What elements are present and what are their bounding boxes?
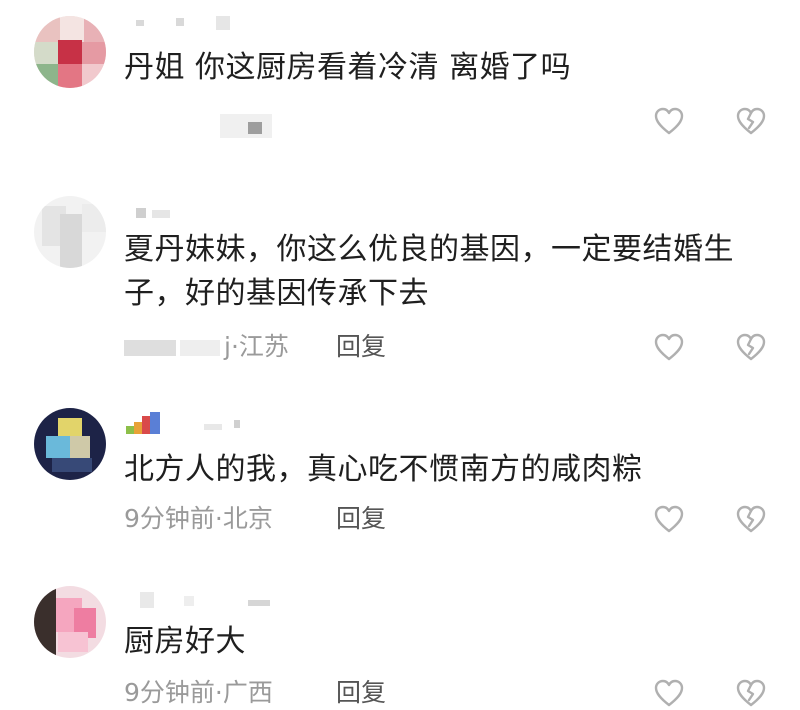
like-button[interactable] [652,330,686,364]
username-redacted[interactable] [124,590,284,610]
broken-heart-icon [736,333,766,361]
avatar[interactable] [34,196,106,268]
meta-redacted [124,340,176,356]
comment-text: 丹姐 你这厨房看着冷清 离婚了吗 [124,50,572,85]
username-redacted[interactable] [124,204,264,224]
heart-outline-icon [654,679,684,707]
comment-text-line-2: 子，好的基因传承下去 [124,276,429,311]
comment-text: 夏丹妹妹，你这么优良的基因，一定要结婚生 子，好的基因传承下去 [124,228,764,316]
like-button[interactable] [652,104,686,138]
dislike-button[interactable] [734,502,768,536]
username-redacted[interactable] [124,14,264,34]
comment-time-location: 9分钟前·广西 [124,678,273,707]
avatar[interactable] [34,408,106,480]
dislike-button[interactable] [734,330,768,364]
dislike-button[interactable] [734,104,768,138]
like-button[interactable] [652,676,686,710]
comment-text: 北方人的我，真心吃不惯南方的咸肉粽 [124,452,643,487]
broken-heart-icon [736,107,766,135]
like-button[interactable] [652,502,686,536]
username-redacted[interactable] [124,410,264,434]
comment-time-location: 9分钟前·北京 [124,504,273,533]
meta-redacted [220,114,272,138]
heart-outline-icon [654,107,684,135]
comment-item-2: 夏丹妹妹，你这么优良的基因，一定要结婚生 子，好的基因传承下去 j·江苏 回复 [0,190,800,370]
comment-text-line-1: 夏丹妹妹，你这么优良的基因，一定要结婚生 [124,232,734,267]
comment-item-1: 丹姐 你这厨房看着冷清 离婚了吗 [0,0,800,190]
comment-item-3: 北方人的我，真心吃不惯南方的咸肉粽 9分钟前·北京 回复 [0,400,800,550]
broken-heart-icon [736,505,766,533]
comment-text: 厨房好大 [124,624,246,659]
comment-item-4: 厨房好大 9分钟前·广西 回复 [0,580,800,710]
reply-button[interactable]: 回复 [336,330,386,364]
reply-button[interactable]: 回复 [336,676,386,710]
comment-meta: j·江苏 [124,330,289,364]
dislike-button[interactable] [734,676,768,710]
reply-button[interactable]: 回复 [336,502,386,536]
heart-outline-icon [654,505,684,533]
avatar[interactable] [34,16,106,88]
avatar[interactable] [34,586,106,658]
broken-heart-icon [736,679,766,707]
heart-outline-icon [654,333,684,361]
time-location: j·江苏 [224,332,289,361]
